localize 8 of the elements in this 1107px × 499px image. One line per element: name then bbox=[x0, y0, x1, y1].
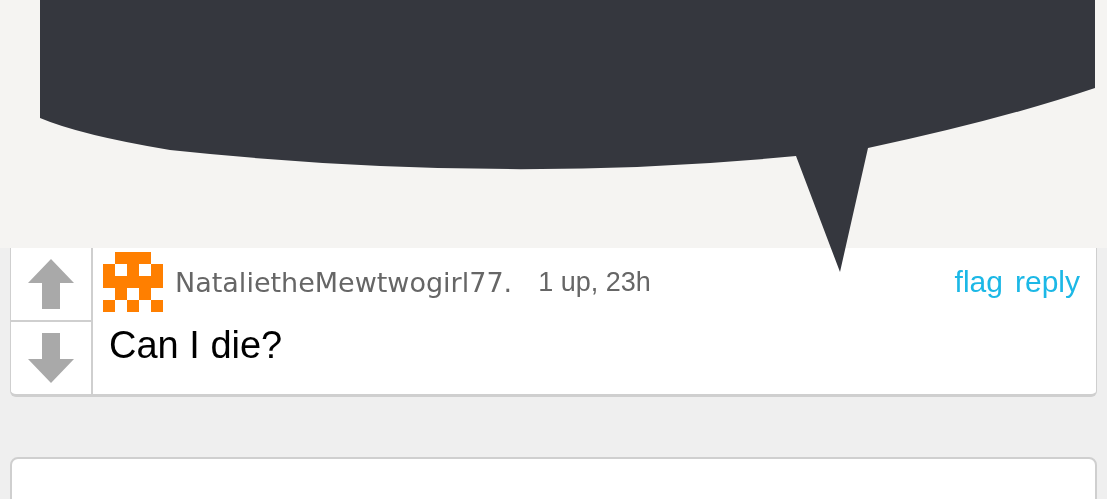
down-arrow-icon bbox=[28, 333, 74, 383]
comment-meta: 1 up, 23h bbox=[538, 266, 651, 298]
username[interactable]: NatalietheMewtwogirl77. bbox=[175, 266, 513, 298]
action-link[interactable]: flag bbox=[954, 265, 1003, 299]
avatar-icon bbox=[103, 252, 163, 312]
comment-text: Can I die? bbox=[108, 323, 284, 367]
up-arrow-icon bbox=[28, 259, 74, 309]
action-link[interactable]: reply bbox=[1014, 265, 1080, 299]
